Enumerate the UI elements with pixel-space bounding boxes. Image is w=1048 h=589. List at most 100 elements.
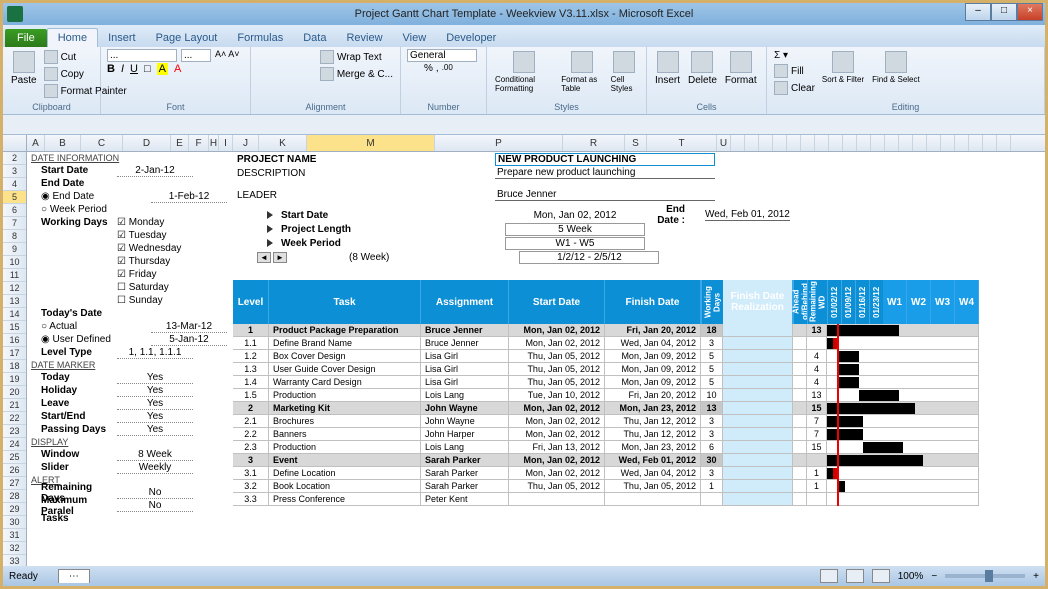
align-bottom-button[interactable]	[293, 49, 309, 63]
col-header-J[interactable]: J	[233, 135, 259, 151]
gantt-row[interactable]: 2Marketing KitJohn WayneMon, Jan 02, 201…	[233, 402, 979, 415]
scroll-left-button[interactable]: ◄	[257, 252, 271, 263]
col-header-S[interactable]: S	[625, 135, 647, 151]
row-header-21[interactable]: 21	[3, 399, 26, 412]
col-header-K[interactable]: K	[259, 135, 307, 151]
zoom-slider[interactable]	[945, 574, 1025, 578]
tab-formulas[interactable]: Formulas	[227, 29, 293, 47]
radio-end-date[interactable]: ◉ End Date	[31, 191, 94, 202]
tab-insert[interactable]: Insert	[98, 29, 146, 47]
fill-color-button[interactable]: A	[157, 63, 168, 75]
row-header-15[interactable]: 15	[3, 321, 26, 334]
align-left-button[interactable]	[257, 66, 273, 80]
chk-saturday[interactable]: ☐ Saturday	[117, 282, 169, 293]
align-center-button[interactable]	[275, 66, 291, 80]
project-desc-cell[interactable]: Prepare new product launching	[495, 167, 715, 179]
maximize-button[interactable]: □	[991, 3, 1017, 21]
col-header-B[interactable]: B	[45, 135, 81, 151]
sheet-tab[interactable]: ⋯	[58, 569, 90, 583]
font-size-input[interactable]	[181, 49, 211, 62]
paste-button[interactable]: Paste	[9, 49, 39, 99]
gantt-row[interactable]: 3.1Define LocationSarah ParkerMon, Jan 0…	[233, 467, 979, 480]
col-header-T[interactable]: T	[647, 135, 717, 151]
row-header-12[interactable]: 12	[3, 282, 26, 295]
row-header-8[interactable]: 8	[3, 230, 26, 243]
col-task[interactable]: Task	[269, 280, 421, 324]
underline-button[interactable]: U	[130, 63, 138, 75]
select-all-corner[interactable]	[3, 135, 27, 151]
percent-button[interactable]: %	[424, 63, 433, 77]
col-header-E[interactable]: E	[171, 135, 189, 151]
project-name-cell[interactable]: NEW PRODUCT LAUNCHING	[495, 153, 715, 166]
row-header-10[interactable]: 10	[3, 256, 26, 269]
sort-filter-button[interactable]: Sort & Filter	[820, 49, 866, 96]
row-header-24[interactable]: 24	[3, 438, 26, 451]
page-break-button[interactable]	[872, 569, 890, 583]
row-header-11[interactable]: 11	[3, 269, 26, 282]
number-format-select[interactable]	[407, 49, 477, 62]
gantt-row[interactable]: 1.4Warranty Card DesignLisa GirlThu, Jan…	[233, 376, 979, 389]
start-date-value[interactable]: 2-Jan-12	[117, 165, 193, 177]
formula-bar[interactable]	[3, 115, 1045, 135]
zoom-in-button[interactable]: +	[1033, 571, 1039, 582]
col-header-F[interactable]: F	[189, 135, 209, 151]
close-button[interactable]: ×	[1017, 3, 1043, 21]
row-header-26[interactable]: 26	[3, 464, 26, 477]
worksheet-area[interactable]: DATE INFORMATION Start Date2-Jan-12 End …	[27, 152, 1045, 570]
autosum-button[interactable]: Σ ▾	[773, 49, 816, 62]
format-cells-button[interactable]: Format	[723, 49, 759, 88]
currency-button[interactable]	[407, 63, 421, 77]
row-header-16[interactable]: 16	[3, 334, 26, 347]
col-working-days[interactable]: Working Days	[701, 280, 723, 324]
row-header-28[interactable]: 28	[3, 490, 26, 503]
row-header-31[interactable]: 31	[3, 529, 26, 542]
col-finish[interactable]: Finish Date	[605, 280, 701, 324]
row-header-30[interactable]: 30	[3, 516, 26, 529]
normal-view-button[interactable]	[820, 569, 838, 583]
row-header-5[interactable]: 5	[3, 191, 26, 204]
scroll-right-button[interactable]: ►	[273, 252, 287, 263]
col-start[interactable]: Start Date	[509, 280, 605, 324]
zoom-out-button[interactable]: −	[931, 571, 937, 582]
col-finish-realization[interactable]: Finish Date Realization	[723, 280, 793, 324]
row-header-25[interactable]: 25	[3, 451, 26, 464]
chk-friday[interactable]: ☑ Friday	[117, 269, 157, 280]
format-table-button[interactable]: Format as Table	[559, 49, 604, 95]
col-header-A[interactable]: A	[27, 135, 45, 151]
tab-developer[interactable]: Developer	[436, 29, 506, 47]
file-tab[interactable]: File	[5, 29, 47, 47]
find-select-button[interactable]: Find & Select	[870, 49, 922, 96]
gantt-row[interactable]: 2.3ProductionLois LangFri, Jan 13, 2012M…	[233, 441, 979, 454]
gantt-row[interactable]: 2.1BrochuresJohn WayneMon, Jan 02, 2012T…	[233, 415, 979, 428]
row-header-2[interactable]: 2	[3, 152, 26, 165]
row-header-23[interactable]: 23	[3, 425, 26, 438]
insert-cells-button[interactable]: Insert	[653, 49, 682, 88]
col-remaining[interactable]: Remaining WD	[807, 280, 827, 324]
chk-monday[interactable]: ☑ Monday	[117, 217, 164, 228]
row-header-17[interactable]: 17	[3, 347, 26, 360]
row-header-22[interactable]: 22	[3, 412, 26, 425]
row-header-20[interactable]: 20	[3, 386, 26, 399]
cell-styles-button[interactable]: Cell Styles	[609, 49, 640, 95]
col-header-H[interactable]: H	[209, 135, 219, 151]
gantt-row[interactable]: 3EventSarah ParkerMon, Jan 02, 2012Wed, …	[233, 454, 979, 467]
tab-pagelayout[interactable]: Page Layout	[146, 29, 228, 47]
minimize-button[interactable]: –	[965, 3, 991, 21]
tab-home[interactable]: Home	[47, 28, 98, 47]
row-header-32[interactable]: 32	[3, 542, 26, 555]
tab-data[interactable]: Data	[293, 29, 336, 47]
gantt-row[interactable]: 1.3User Guide Cover DesignLisa GirlThu, …	[233, 363, 979, 376]
chk-thursday[interactable]: ☑ Thursday	[117, 256, 170, 267]
chk-sunday[interactable]: ☐ Sunday	[117, 295, 163, 306]
row-header-27[interactable]: 27	[3, 477, 26, 490]
align-middle-button[interactable]	[275, 49, 291, 63]
align-top-button[interactable]	[257, 49, 273, 63]
gantt-row[interactable]: 3.2Book LocationSarah ParkerThu, Jan 05,…	[233, 480, 979, 493]
radio-week-period[interactable]: ○ Week Period	[31, 204, 107, 215]
row-header-6[interactable]: 6	[3, 204, 26, 217]
col-header-U[interactable]: U	[717, 135, 731, 151]
wrap-text-button[interactable]: Wrap Text	[319, 49, 383, 65]
gantt-row[interactable]: 1.2Box Cover DesignLisa GirlThu, Jan 05,…	[233, 350, 979, 363]
delete-cells-button[interactable]: Delete	[686, 49, 719, 88]
clear-button[interactable]: Clear	[773, 80, 816, 96]
